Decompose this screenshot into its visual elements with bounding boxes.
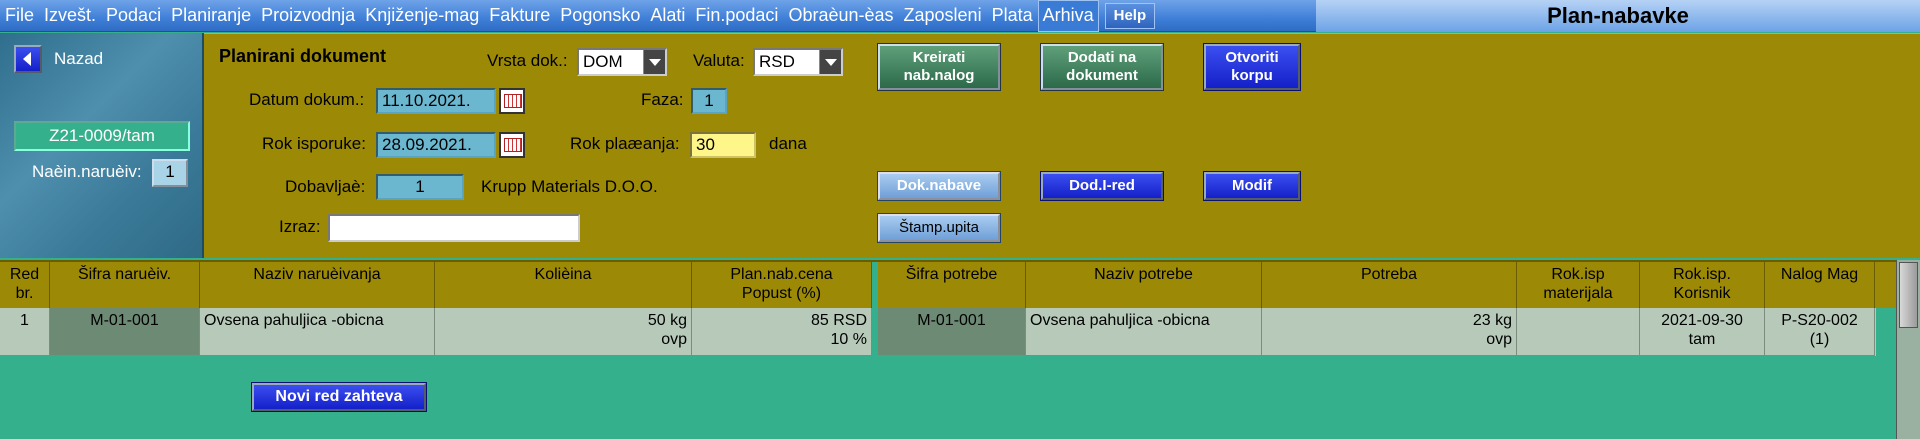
cell-potreba: 23 kg ovp [1262, 308, 1517, 356]
scrollbar-thumb[interactable] [1899, 262, 1918, 328]
menu-alati[interactable]: Alati [645, 0, 690, 32]
header-sifra-naruc[interactable]: Šifra naruèiv. [50, 262, 200, 310]
cell-naziv-potrebe: Ovsena pahuljica -obicna [1026, 308, 1262, 356]
section-title: Planirani dokument [219, 46, 387, 66]
help-button[interactable]: Help [1104, 3, 1156, 29]
doc-nabave-button[interactable]: Dok.nabave [878, 172, 1000, 200]
cell-plan-cena: 85 RSD 10 % [692, 308, 872, 356]
chevron-down-icon[interactable] [643, 50, 665, 74]
cell-kolicina-value: 50 kg [647, 312, 687, 329]
doc-number-field[interactable]: Z21-0009/tam [14, 121, 190, 151]
back-button[interactable]: Nazad [12, 45, 122, 75]
table-row[interactable]: 1 M-01-001 Ovsena pahuljica -obicna 50 k… [0, 308, 1876, 356]
cell-popust-value: 10 % [830, 331, 867, 348]
phase-field[interactable]: 1 [691, 88, 727, 114]
grid-header: Red br. Šifra naruèiv. Naziv naruèivanja… [0, 260, 1920, 310]
cell-nalog-mag-value: P-S20-002 [1781, 312, 1858, 329]
create-order-button[interactable]: Kreirati nab.nalog [878, 44, 1000, 90]
menu-izvestaji[interactable]: Izvešt. [39, 0, 101, 32]
menu-zaposleni[interactable]: Zaposleni [899, 0, 987, 32]
header-red-br[interactable]: Red br. [0, 262, 50, 310]
phase-label: Faza: [641, 90, 684, 109]
currency-select[interactable]: RSD [753, 48, 843, 76]
cell-potreba-unit: ovp [1486, 331, 1512, 348]
cell-nalog-mag-sub: (1) [1809, 331, 1830, 348]
left-panel: Nazad Z21-0009/tam Naèin.naruèiv: 1 [0, 33, 204, 258]
menu-fakture[interactable]: Fakture [484, 0, 555, 32]
open-cart-button[interactable]: Otvoriti korpu [1204, 44, 1300, 90]
cell-naziv-naruc: Ovsena pahuljica -obicna [200, 308, 435, 356]
menu-knjizenje-mag[interactable]: Knjiženje-mag [360, 0, 484, 32]
calendar-icon[interactable] [499, 88, 525, 114]
delivery-label: Rok isporuke: [262, 134, 366, 153]
menu-podaci[interactable]: Podaci [101, 0, 166, 32]
currency-value: RSD [759, 52, 795, 71]
payment-field[interactable]: 30 [690, 132, 756, 158]
doc-type-select[interactable]: DOM [577, 48, 667, 76]
supplier-label: Dobavljaè: [285, 177, 366, 196]
header-naziv-potrebe[interactable]: Naziv potrebe [1026, 262, 1262, 310]
menu-fin-podaci[interactable]: Fin.podaci [690, 0, 783, 32]
cell-red-br: 1 [0, 308, 50, 356]
cell-sifra-potrebe: M-01-001 [878, 308, 1026, 356]
cell-rok-kor-date: 2021-09-30 [1661, 312, 1743, 329]
main-form-panel: Planirani dokument Vrsta dok.: DOM Valut… [204, 33, 1920, 258]
payment-label: Rok plaæanja: [570, 134, 680, 153]
stamp-upita-button[interactable]: Štamp.upita [878, 214, 1000, 242]
doc-type-value: DOM [583, 52, 623, 71]
order-method-label: Naèin.naruèiv: [32, 162, 142, 181]
doc-date-label: Datum dokum.: [249, 90, 365, 109]
cell-kolicina: 50 kg ovp [435, 308, 692, 356]
header-potreba[interactable]: Potreba [1262, 262, 1517, 310]
header-kolicina[interactable]: Kolièina [435, 262, 692, 310]
menu-file[interactable]: File [0, 0, 39, 32]
header-naziv-naruc[interactable]: Naziv naruèivanja [200, 262, 435, 310]
cell-rok-mat [1517, 308, 1640, 356]
cell-potreba-value: 23 kg [1472, 312, 1512, 329]
menu-bar: File Izvešt. Podaci Planiranje Proizvodn… [0, 0, 1920, 32]
menu-arhiva[interactable]: Arhiva [1037, 0, 1099, 32]
doc-date-field[interactable]: 11.10.2021. [376, 88, 496, 114]
dod-red-button[interactable]: Dod.I-red [1041, 172, 1163, 200]
supplier-name: Krupp Materials D.O.O. [481, 177, 658, 196]
izraz-label: Izraz: [279, 217, 321, 236]
vertical-scrollbar[interactable] [1896, 260, 1920, 439]
delivery-date-field[interactable]: 28.09.2021. [376, 132, 496, 158]
currency-label: Valuta: [693, 51, 745, 70]
modif-button[interactable]: Modif [1204, 172, 1300, 200]
window-title: Plan-nabavke [1316, 0, 1920, 32]
chevron-down-icon[interactable] [819, 50, 841, 74]
menu-plata[interactable]: Plata [987, 0, 1038, 32]
header-sifra-potrebe[interactable]: Šifra potrebe [878, 262, 1026, 310]
new-row-button[interactable]: Novi red zahteva [252, 383, 426, 411]
cell-sifra-naruc: M-01-001 [50, 308, 200, 356]
cell-rok-kor: 2021-09-30 tam [1640, 308, 1765, 356]
header-rok-mat[interactable]: Rok.isp materijala [1517, 262, 1640, 310]
supplier-code-field[interactable]: 1 [376, 174, 464, 200]
header-plan-cena[interactable]: Plan.nab.cena Popust (%) [692, 262, 872, 310]
header-nalog-mag[interactable]: Nalog Mag [1765, 262, 1875, 310]
payment-unit: dana [769, 134, 807, 153]
cell-rok-kor-user: tam [1688, 331, 1716, 348]
menu-pogonsko[interactable]: Pogonsko [555, 0, 645, 32]
menu-obracun-cas[interactable]: Obraèun-èas [783, 0, 898, 32]
doc-type-label: Vrsta dok.: [487, 51, 568, 70]
arrow-left-icon [14, 45, 42, 73]
cell-kolicina-unit: ovp [661, 331, 687, 348]
izraz-input[interactable] [328, 214, 580, 242]
menu-planiranje[interactable]: Planiranje [166, 0, 256, 32]
calendar-icon[interactable] [499, 132, 525, 158]
menu-proizvodnja[interactable]: Proizvodnja [256, 0, 360, 32]
cell-cena-value: 85 RSD [810, 312, 867, 329]
cell-nalog-mag: P-S20-002 (1) [1765, 308, 1875, 356]
add-to-doc-button[interactable]: Dodati na dokument [1041, 44, 1163, 90]
header-rok-kor[interactable]: Rok.isp. Korisnik [1640, 262, 1765, 310]
back-label: Nazad [54, 49, 104, 68]
order-method-field[interactable]: 1 [152, 159, 188, 187]
menu-items: File Izvešt. Podaci Planiranje Proizvodn… [0, 0, 1156, 32]
